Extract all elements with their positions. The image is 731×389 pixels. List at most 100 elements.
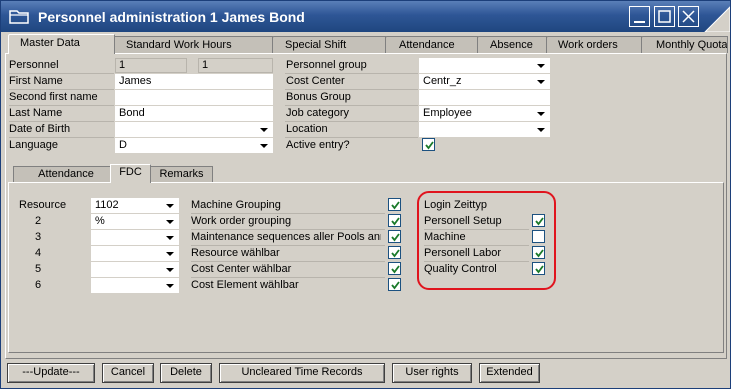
- maintenance-sequences-checkbox[interactable]: [388, 230, 401, 243]
- first-name-input[interactable]: James: [115, 74, 273, 89]
- chevron-down-icon: [260, 128, 268, 132]
- tab-work-orders[interactable]: Work orders: [546, 36, 642, 53]
- active-entry-label: Active entry?: [286, 139, 350, 151]
- chevron-down-icon: [537, 128, 545, 132]
- personnel-group-dropdown[interactable]: [419, 58, 550, 73]
- checkmark-icon: [391, 217, 400, 226]
- location-dropdown[interactable]: [419, 122, 550, 137]
- chevron-down-icon: [537, 64, 545, 68]
- personnel-field-2[interactable]: 1: [198, 58, 273, 73]
- resource-dropdown-4[interactable]: [91, 246, 179, 261]
- resource-selectable-label: Resource wählbar: [191, 247, 280, 259]
- cost-element-selectable-checkbox[interactable]: [388, 278, 401, 291]
- tab-inner-attendance[interactable]: Attendance: [13, 166, 111, 182]
- bonus-group-input[interactable]: [419, 90, 550, 105]
- tab-master-data[interactable]: Master Data: [8, 34, 115, 54]
- window-title: Personnel administration 1 James Bond: [38, 9, 305, 25]
- separator: [191, 261, 385, 262]
- tab-absence[interactable]: Absence: [477, 36, 547, 53]
- tab-label: Special Shift: [285, 39, 347, 51]
- resource-dropdown-6[interactable]: [91, 278, 179, 293]
- checkmark-icon: [391, 201, 400, 210]
- location-label: Location: [286, 123, 328, 135]
- checkmark-icon: [391, 249, 400, 258]
- chevron-down-icon: [537, 80, 545, 84]
- separator: [285, 121, 418, 122]
- tab-label: Attendance: [38, 168, 94, 180]
- separator: [9, 137, 114, 138]
- tab-monthly-quota[interactable]: Monthly Quota: [641, 36, 728, 53]
- highlight-annotation: [417, 191, 556, 290]
- resource-dropdown-5[interactable]: [91, 262, 179, 277]
- user-rights-button[interactable]: User rights: [392, 363, 472, 383]
- cost-center-selectable-checkbox[interactable]: [388, 262, 401, 275]
- resource-row-label: 6: [35, 279, 42, 291]
- tab-label: Standard Work Hours: [126, 39, 232, 51]
- tab-label: FDC: [119, 166, 142, 178]
- machine-grouping-label: Machine Grouping: [191, 199, 281, 211]
- separator: [191, 245, 385, 246]
- resource-row-label: 4: [35, 247, 42, 259]
- chevron-down-icon: [166, 268, 174, 272]
- second-first-name-input[interactable]: [115, 90, 273, 105]
- checkmark-icon: [391, 265, 400, 274]
- tab-inner-fdc[interactable]: FDC: [110, 164, 151, 183]
- tab-special-shift[interactable]: Special Shift: [272, 36, 386, 53]
- maximize-button[interactable]: [654, 6, 675, 27]
- tab-standard-work-hours[interactable]: Standard Work Hours: [113, 36, 273, 53]
- tab-label: Absence: [490, 39, 533, 51]
- maintenance-sequences-label: Maintenance sequences aller Pools anr: [191, 231, 381, 243]
- language-value: D: [119, 139, 127, 151]
- extended-button[interactable]: Extended: [479, 363, 540, 383]
- chevron-down-icon: [260, 144, 268, 148]
- machine-grouping-checkbox[interactable]: [388, 198, 401, 211]
- separator: [191, 229, 385, 230]
- cancel-button[interactable]: Cancel: [102, 363, 154, 383]
- tab-label: Master Data: [20, 37, 80, 49]
- resource-selectable-checkbox[interactable]: [388, 246, 401, 259]
- cost-center-value: Centr_z: [423, 75, 462, 87]
- close-button[interactable]: [678, 6, 699, 27]
- job-category-label: Job category: [286, 107, 349, 119]
- tab-label: Work orders: [558, 39, 618, 51]
- separator: [9, 73, 114, 74]
- chevron-down-icon: [166, 236, 174, 240]
- resource-dropdown-3[interactable]: [91, 230, 179, 245]
- chevron-down-icon: [537, 112, 545, 116]
- uncleared-time-records-button[interactable]: Uncleared Time Records: [219, 363, 385, 383]
- delete-button[interactable]: Delete: [160, 363, 212, 383]
- tab-inner-remarks[interactable]: Remarks: [150, 166, 213, 182]
- last-name-input[interactable]: Bond: [115, 106, 273, 121]
- separator: [285, 89, 418, 90]
- separator: [285, 137, 418, 138]
- chevron-down-icon: [166, 284, 174, 288]
- separator: [9, 121, 114, 122]
- separator: [285, 73, 418, 74]
- tab-label: Attendance: [399, 39, 455, 51]
- job-category-dropdown[interactable]: Employee: [419, 106, 550, 121]
- work-order-grouping-checkbox[interactable]: [388, 214, 401, 227]
- language-dropdown[interactable]: D: [115, 138, 273, 153]
- resource-row-label: 3: [35, 231, 42, 243]
- tab-attendance[interactable]: Attendance: [385, 36, 478, 53]
- work-order-grouping-label: Work order grouping: [191, 215, 292, 227]
- separator: [191, 277, 385, 278]
- resource-dropdown-1[interactable]: 1102: [91, 198, 179, 213]
- checkmark-icon: [391, 281, 400, 290]
- chevron-down-icon: [166, 220, 174, 224]
- resource-dropdown-2[interactable]: %: [91, 214, 179, 229]
- checkmark-icon: [391, 233, 400, 242]
- dob-dropdown[interactable]: [115, 122, 273, 137]
- resource-label: Resource: [19, 199, 67, 211]
- minimize-button[interactable]: [629, 6, 650, 27]
- resource-row-label: 2: [35, 215, 42, 227]
- update-button[interactable]: ---Update---: [7, 363, 95, 383]
- cost-center-label: Cost Center: [286, 75, 345, 87]
- active-entry-checkbox[interactable]: [422, 138, 435, 151]
- cost-center-dropdown[interactable]: Centr_z: [419, 74, 550, 89]
- personnel-field-1[interactable]: 1: [115, 58, 187, 73]
- personnel-group-label: Personnel group: [286, 59, 367, 71]
- tab-label: Monthly Quota: [656, 39, 728, 51]
- separator: [9, 105, 114, 106]
- cost-center-selectable-label: Cost Center wählbar: [191, 263, 292, 275]
